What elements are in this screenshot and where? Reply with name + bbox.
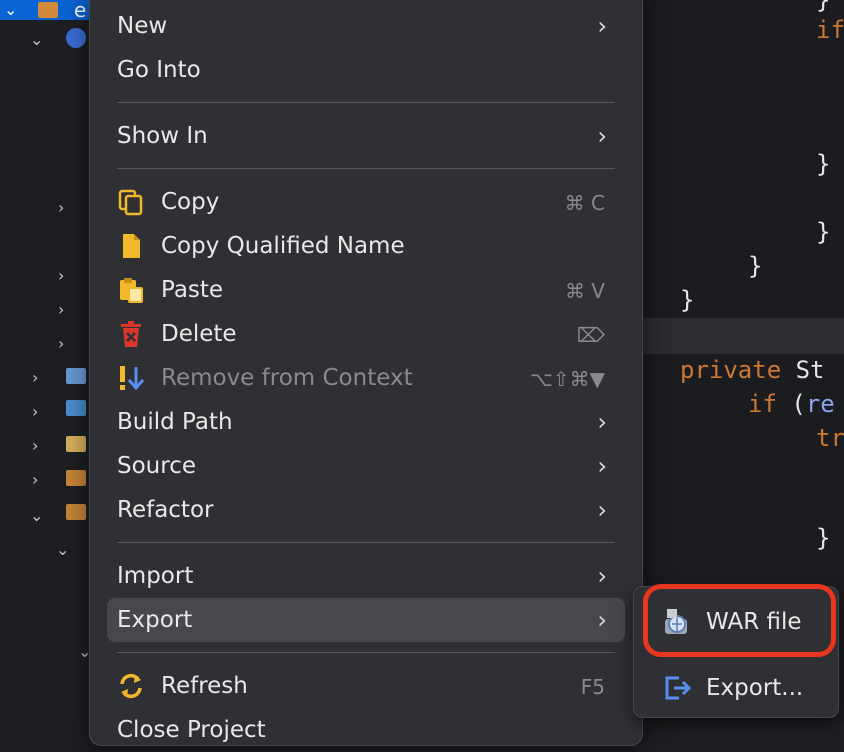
folder-warning-icon bbox=[66, 504, 86, 520]
copy-qualified-name-icon bbox=[123, 234, 140, 258]
code-brace: } bbox=[816, 218, 831, 246]
copy-icon bbox=[118, 189, 143, 216]
project-explorer: ⌄ e ⌄ › › › › › › › › ⌄ ⌄ ⌄ bbox=[0, 0, 95, 722]
chevron-right-icon[interactable]: › bbox=[58, 200, 64, 216]
code-identifier: re bbox=[805, 390, 835, 418]
code-brace: } bbox=[816, 150, 831, 178]
chevron-right-icon[interactable]: › bbox=[32, 404, 38, 420]
folder-icon bbox=[66, 470, 86, 486]
menu-item-label: Close Project bbox=[117, 717, 266, 743]
chevron-right-icon: › bbox=[597, 562, 607, 590]
menu-item-remove-from-context[interactable]: Remove from Context ⌥⇧⌘▼ bbox=[107, 356, 625, 400]
code-brace: } bbox=[816, 0, 831, 14]
chevron-down-icon[interactable]: ⌄ bbox=[56, 542, 69, 558]
export-icon bbox=[665, 676, 692, 700]
menu-item-show-in[interactable]: Show In › bbox=[107, 114, 625, 158]
chevron-right-icon[interactable]: › bbox=[32, 370, 38, 386]
chevron-down-icon[interactable]: ⌄ bbox=[30, 508, 43, 524]
submenu-item-export-more[interactable]: Export... bbox=[642, 663, 830, 711]
delete-icon bbox=[121, 321, 141, 347]
chevron-right-icon: › bbox=[597, 606, 607, 634]
menu-item-copy-qualified-name[interactable]: Copy Qualified Name bbox=[107, 224, 625, 268]
keyboard-shortcut: ⌥⇧⌘▼ bbox=[529, 367, 605, 391]
code-try-keyword: tr bbox=[816, 424, 844, 452]
menu-item-close-project[interactable]: Close Project bbox=[107, 708, 625, 752]
menu-item-source[interactable]: Source › bbox=[107, 444, 625, 488]
menu-item-label: Export bbox=[117, 607, 193, 633]
menu-item-go-into[interactable]: Go Into bbox=[107, 48, 625, 92]
menu-item-label: Import bbox=[117, 563, 194, 589]
code-if-statement: if (re bbox=[748, 390, 835, 418]
menu-item-refresh[interactable]: Refresh F5 bbox=[107, 664, 625, 708]
code-private-keyword: private bbox=[680, 356, 782, 384]
code-if-keyword: if bbox=[816, 16, 844, 44]
current-line-highlight bbox=[640, 318, 844, 354]
menu-item-build-path[interactable]: Build Path › bbox=[107, 400, 625, 444]
menu-item-label: Show In bbox=[117, 123, 208, 149]
menu-item-new[interactable]: New › bbox=[107, 4, 625, 48]
menu-item-label: Paste bbox=[161, 277, 224, 303]
menu-item-import[interactable]: Import › bbox=[107, 554, 625, 598]
refresh-icon bbox=[120, 673, 142, 699]
jar-warning-icon bbox=[66, 436, 86, 452]
chevron-right-icon[interactable]: › bbox=[58, 336, 64, 352]
keyboard-shortcut: ⌘ C bbox=[564, 191, 605, 215]
chevron-down-icon[interactable]: ⌄ bbox=[4, 2, 17, 18]
chevron-right-icon[interactable]: › bbox=[58, 268, 64, 284]
menu-item-label: Refresh bbox=[161, 673, 248, 699]
menu-item-refactor[interactable]: Refactor › bbox=[107, 488, 625, 532]
code-brace: } bbox=[748, 252, 763, 280]
chevron-right-icon[interactable]: › bbox=[32, 472, 38, 488]
chevron-right-icon: › bbox=[597, 122, 607, 150]
code-type: St bbox=[795, 356, 825, 384]
menu-item-label: Remove from Context bbox=[161, 365, 413, 391]
chevron-down-icon[interactable]: ⌄ bbox=[30, 32, 43, 48]
menu-item-label: New bbox=[117, 13, 168, 39]
chevron-right-icon[interactable]: › bbox=[32, 438, 38, 454]
chevron-right-icon: › bbox=[597, 408, 607, 436]
server-icon bbox=[66, 368, 86, 384]
menu-item-label: Build Path bbox=[117, 409, 233, 435]
menu-separator bbox=[117, 542, 615, 543]
menu-item-export[interactable]: Export › bbox=[107, 598, 625, 642]
project-folder-icon bbox=[38, 2, 58, 18]
menu-item-label: Refactor bbox=[117, 497, 214, 523]
menu-item-paste[interactable]: Paste ⌘ V bbox=[107, 268, 625, 312]
tree-selected-label: e bbox=[74, 0, 87, 22]
library-warning-icon bbox=[66, 400, 86, 416]
code-brace: } bbox=[680, 286, 695, 314]
remove-from-context-icon bbox=[120, 366, 145, 391]
chevron-right-icon: › bbox=[597, 496, 607, 524]
keyboard-shortcut: F5 bbox=[580, 675, 605, 699]
chevron-right-icon: › bbox=[597, 12, 607, 40]
menu-item-label: Copy Qualified Name bbox=[161, 233, 405, 259]
keyboard-shortcut: ⌘ V bbox=[564, 279, 605, 303]
tree-selected-row[interactable]: ⌄ e bbox=[0, 0, 95, 22]
menu-item-label: Delete bbox=[161, 321, 237, 347]
menu-separator bbox=[117, 168, 615, 169]
code-paren: ( bbox=[776, 390, 806, 418]
menu-item-label: Source bbox=[117, 453, 196, 479]
context-menu: New › Go Into Show In › Copy ⌘ C Copy Qu… bbox=[89, 0, 643, 746]
menu-item-label: Copy bbox=[161, 189, 220, 215]
menu-separator bbox=[117, 102, 615, 103]
chevron-right-icon: › bbox=[597, 452, 607, 480]
code-method-signature: private St bbox=[680, 356, 825, 384]
menu-item-label: Go Into bbox=[117, 57, 201, 83]
submenu-item-label: Export... bbox=[706, 675, 804, 701]
highlight-callout bbox=[643, 584, 836, 657]
code-brace: } bbox=[816, 524, 831, 552]
globe-icon bbox=[66, 28, 86, 48]
menu-separator bbox=[117, 652, 615, 653]
chevron-right-icon[interactable]: › bbox=[58, 302, 64, 318]
menu-item-delete[interactable]: Delete ⌦ bbox=[107, 312, 625, 356]
paste-icon bbox=[120, 278, 143, 303]
keyboard-shortcut: ⌦ bbox=[576, 323, 605, 347]
code-if-keyword: if bbox=[748, 390, 777, 418]
menu-item-copy[interactable]: Copy ⌘ C bbox=[107, 180, 625, 224]
